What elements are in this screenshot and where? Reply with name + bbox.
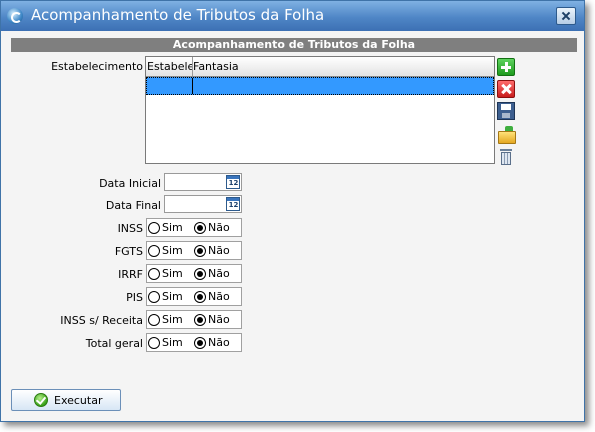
radio-label: Não	[208, 336, 230, 349]
calendar-day-number: 12	[228, 201, 239, 209]
radio-nao[interactable]: Não	[194, 313, 230, 327]
check-circle-icon	[34, 393, 48, 407]
column-header-estabelecimento[interactable]: Estabelecimento	[146, 57, 193, 76]
radio-nao[interactable]: Não	[194, 244, 230, 258]
radio-button[interactable]	[148, 314, 160, 326]
option-label: PIS	[126, 291, 143, 304]
radio-button[interactable]	[194, 337, 206, 349]
section-header: Acompanhamento de Tributos da Folha	[11, 38, 577, 52]
app-logo-icon	[7, 8, 23, 24]
radio-sim[interactable]: Sim	[148, 313, 183, 327]
option-label: FGTS	[114, 245, 143, 258]
row-cell-divider	[192, 78, 193, 94]
option-label: Total geral	[85, 337, 143, 350]
radio-group: Sim Não	[146, 241, 242, 260]
executar-label: Executar	[54, 394, 103, 407]
data-inicial-label: Data Inicial	[99, 177, 161, 190]
add-button[interactable]	[497, 58, 515, 76]
radio-nao[interactable]: Não	[194, 290, 230, 304]
table-row[interactable]	[146, 77, 494, 95]
radio-label: Não	[208, 221, 230, 234]
radio-label: Sim	[162, 290, 183, 303]
option-label: INSS	[117, 222, 143, 235]
radio-sim[interactable]: Sim	[148, 336, 183, 350]
data-inicial-input[interactable]: 12	[164, 173, 242, 191]
radio-label: Não	[208, 267, 230, 280]
executar-button[interactable]: Executar	[11, 389, 121, 411]
radio-button[interactable]	[194, 268, 206, 280]
option-label: IRRF	[118, 268, 143, 281]
data-final-input[interactable]: 12	[164, 195, 242, 213]
radio-sim[interactable]: Sim	[148, 267, 183, 281]
close-button[interactable]	[556, 7, 576, 25]
dialog-window: Acompanhamento de Tributos da Folha Acom…	[0, 0, 585, 422]
column-header-fantasia[interactable]: Fantasia	[193, 57, 239, 76]
radio-nao[interactable]: Não	[194, 336, 230, 350]
option-label: INSS s/ Receita	[60, 314, 143, 327]
radio-nao[interactable]: Não	[194, 267, 230, 281]
radio-nao[interactable]: Não	[194, 221, 230, 235]
calendar-icon[interactable]: 12	[226, 175, 240, 189]
radio-button[interactable]	[194, 245, 206, 257]
grid-header: Estabelecimento Fantasia	[146, 57, 494, 77]
radio-label: Sim	[162, 221, 183, 234]
radio-button[interactable]	[194, 291, 206, 303]
radio-button[interactable]	[194, 222, 206, 234]
radio-button[interactable]	[148, 245, 160, 257]
radio-group: Sim Não	[146, 218, 242, 237]
data-final-label: Data Final	[105, 199, 161, 212]
radio-button[interactable]	[148, 337, 160, 349]
title-bar[interactable]: Acompanhamento de Tributos da Folha	[1, 1, 584, 31]
radio-label: Não	[208, 244, 230, 257]
radio-group: Sim Não	[146, 287, 242, 306]
radio-label: Sim	[162, 313, 183, 326]
radio-sim[interactable]: Sim	[148, 244, 183, 258]
radio-label: Sim	[162, 267, 183, 280]
radio-group: Sim Não	[146, 333, 242, 352]
radio-label: Não	[208, 290, 230, 303]
radio-sim[interactable]: Sim	[148, 221, 183, 235]
radio-button[interactable]	[194, 314, 206, 326]
radio-label: Sim	[162, 244, 183, 257]
save-button[interactable]	[497, 102, 515, 120]
trash-button[interactable]	[497, 149, 515, 167]
calendar-icon[interactable]: 12	[226, 197, 240, 211]
radio-label: Sim	[162, 336, 183, 349]
delete-button[interactable]	[497, 80, 515, 98]
radio-button[interactable]	[148, 291, 160, 303]
window-title: Acompanhamento de Tributos da Folha	[31, 6, 325, 24]
radio-sim[interactable]: Sim	[148, 290, 183, 304]
radio-group: Sim Não	[146, 264, 242, 283]
open-folder-button[interactable]	[497, 126, 516, 144]
radio-button[interactable]	[148, 268, 160, 280]
calendar-day-number: 12	[228, 179, 239, 187]
estabelecimento-label: Estabelecimento	[51, 60, 143, 73]
radio-label: Não	[208, 313, 230, 326]
radio-group: Sim Não	[146, 310, 242, 329]
estabelecimento-grid[interactable]: Estabelecimento Fantasia	[145, 56, 495, 164]
radio-button[interactable]	[148, 222, 160, 234]
